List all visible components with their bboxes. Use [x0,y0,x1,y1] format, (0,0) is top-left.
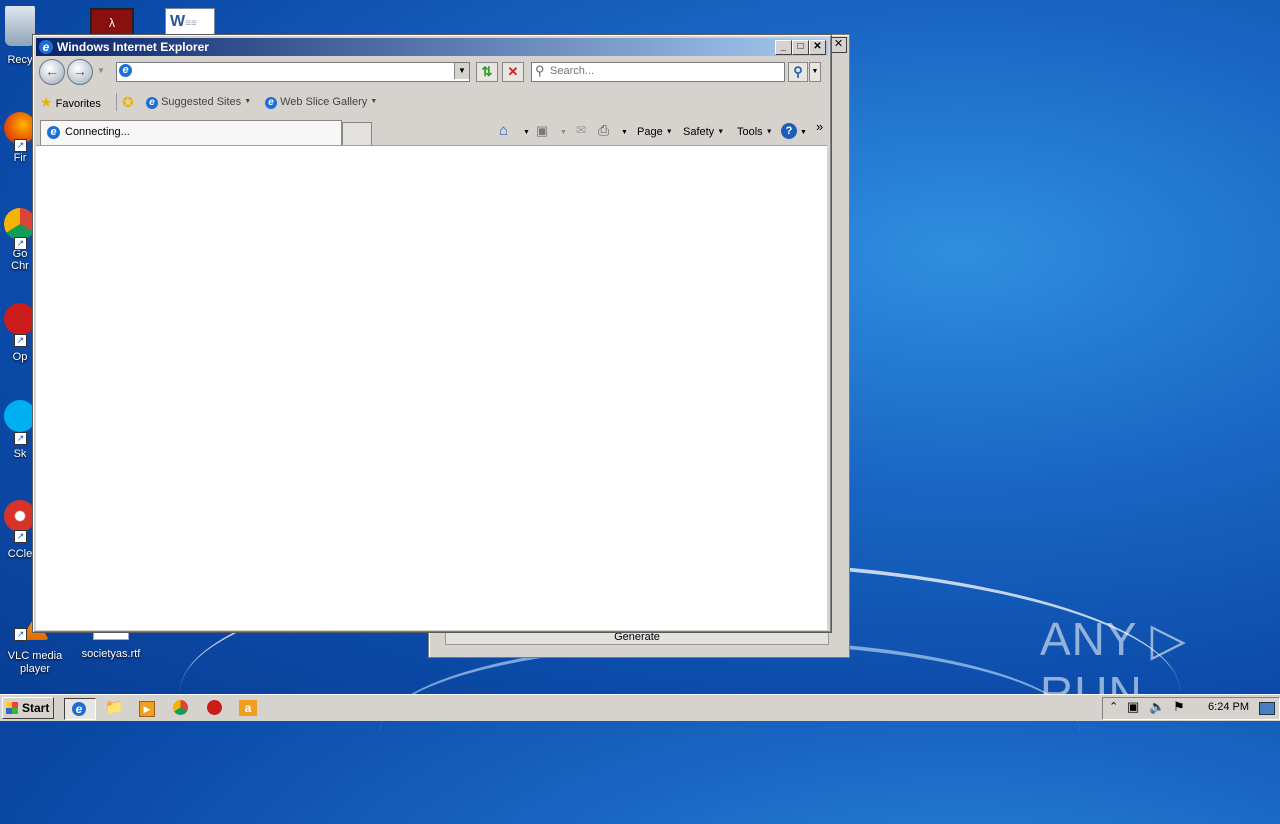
volume-icon[interactable]: 🔈 [1149,699,1165,715]
toolbar-overflow-button[interactable]: » [816,119,823,134]
opera-icon[interactable] [202,698,226,718]
page-content-area[interactable] [36,145,827,630]
read-mail-icon[interactable]: ✉ [576,123,586,137]
web-slice-gallery-button[interactable]: e Web Slice Gallery ▼ [265,94,377,110]
search-box[interactable]: ⚲ [531,62,785,82]
search-options-button[interactable]: ▼ [809,62,821,82]
tab-row: e Connecting... ⌂ ▼ ▣ ▼ ✉ ⎙ ▼ Page ▼ Saf… [36,119,828,145]
ie-window: e Windows Internet Explorer _ □ ✕ ← → ▼ … [32,34,832,633]
shortcut-arrow-icon: ↗ [14,432,27,445]
navigation-bar: ← → ▼ e ▼ ⇅ ✕ ⚲ ⚲ ▼ [36,58,828,86]
page-menu[interactable]: Page ▼ [637,126,673,138]
web-slice-gallery-label: Web Slice Gallery [280,96,368,108]
print-icon[interactable]: ⎙ [598,122,609,139]
safety-menu[interactable]: Safety ▼ [683,126,724,138]
shortcut-arrow-icon: ↗ [14,139,27,152]
taskbar-ie-button[interactable]: e [64,698,96,720]
chevron-down-icon: ▼ [244,98,252,106]
home-dropdown-icon[interactable]: ▼ [523,129,530,136]
show-desktop-button[interactable] [1259,702,1275,715]
ie-page-icon: e [265,97,277,109]
taskbar: Start e 📁 ▶ a ⌃ ▣ 🔈 ⚑ 6:24 PM [0,694,1280,721]
page-menu-label: Page [637,126,663,138]
search-provider-icon: ⚲ [535,63,545,78]
address-dropdown-button[interactable]: ▼ [454,63,469,79]
background-close-button[interactable]: ✕ [830,37,847,53]
title-bar[interactable]: e Windows Internet Explorer _ □ ✕ [36,38,828,56]
chevron-down-icon: ▼ [765,128,773,136]
window-title: Windows Internet Explorer [57,40,209,54]
recycle-bin-icon [5,6,35,46]
new-tab-button[interactable] [342,122,372,145]
shortcut-arrow-icon: ↗ [14,628,27,641]
close-button[interactable]: ✕ [809,40,826,55]
start-button[interactable]: Start [2,697,54,719]
favorites-button[interactable]: ★ Favorites [40,94,101,110]
clock[interactable]: 6:24 PM [1208,701,1249,713]
chevron-down-icon: ▼ [665,128,673,136]
forward-button[interactable]: → [67,59,93,85]
suggested-sites-label: Suggested Sites [161,96,242,108]
tools-menu-label: Tools [737,126,763,138]
print-dropdown-icon[interactable]: ▼ [621,129,628,136]
feeds-icon[interactable]: ▣ [536,123,548,139]
media-player-icon[interactable]: ▶ [135,698,159,718]
refresh-button[interactable]: ⇅ [476,62,498,82]
wallpaper-swoosh [380,640,1080,824]
tab-connecting[interactable]: e Connecting... [40,120,342,145]
loading-page-icon: e [47,126,60,139]
ie-page-icon: e [146,97,158,109]
favorites-bar: ★ Favorites ✪ e Suggested Sites ▼ e Web … [36,90,828,114]
help-dropdown-icon[interactable]: ▼ [800,129,807,136]
minimize-button[interactable]: _ [775,40,792,55]
desktop-icon-label: societyas.rtf [81,648,141,660]
tools-menu[interactable]: Tools ▼ [737,126,773,138]
ie-logo-icon: e [39,40,53,54]
favorites-star-icon: ★ [40,94,53,110]
shortcut-arrow-icon: ↗ [14,237,27,250]
show-hidden-icons-icon[interactable]: ⌃ [1109,700,1118,713]
search-button[interactable]: ⚲ [788,62,808,82]
shortcut-arrow-icon: ↗ [14,334,27,347]
separator [116,93,117,111]
page-icon: e [119,64,132,77]
safety-menu-label: Safety [683,126,715,138]
address-bar[interactable]: e ▼ [116,62,470,82]
explorer-icon[interactable]: 📁 [102,698,126,718]
search-input[interactable] [550,64,775,78]
ie-icon: e [72,702,86,716]
help-icon[interactable]: ? [781,123,797,139]
network-icon[interactable]: ▣ [1127,699,1139,715]
stop-button[interactable]: ✕ [502,62,524,82]
amazon-icon[interactable]: a [236,698,260,718]
chrome-icon[interactable] [168,698,192,718]
word-icon[interactable]: W≡≡ [165,8,215,36]
chevron-down-icon: ▼ [370,98,378,106]
favorites-label: Favorites [55,98,101,110]
recent-pages-dropdown-icon[interactable]: ▼ [97,66,105,75]
shortcut-arrow-icon: ↗ [14,530,27,543]
chevron-down-icon: ▼ [717,128,725,136]
feeds-dropdown-icon[interactable]: ▼ [560,129,567,136]
suggested-sites-button[interactable]: e Suggested Sites ▼ [146,94,251,110]
system-tray: ⌃ ▣ 🔈 ⚑ 6:24 PM [1102,697,1280,720]
back-button[interactable]: ← [39,59,65,85]
desktop-icon-label: VLC media player [7,650,63,675]
start-label: Start [22,701,50,715]
windows-logo-icon [6,702,18,714]
action-center-flag-icon[interactable]: ⚑ [1173,699,1185,715]
home-icon[interactable]: ⌂ [499,122,508,139]
tab-label: Connecting... [65,126,130,138]
add-to-favorites-bar-icon[interactable]: ✪ [122,94,134,111]
address-input[interactable] [137,64,447,78]
maximize-button[interactable]: □ [792,40,809,55]
